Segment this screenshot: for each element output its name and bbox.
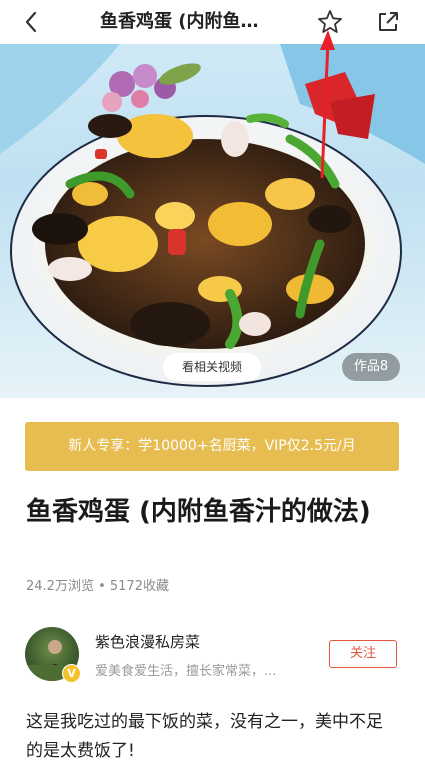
top-nav-bar: 鱼香鸡蛋 (内附鱼… bbox=[0, 0, 425, 44]
food-photo bbox=[0, 44, 425, 387]
annotation-arrow-icon bbox=[320, 30, 335, 179]
works-count-badge[interactable]: 作品8 bbox=[342, 353, 400, 381]
recipe-description: 这是我吃过的最下饭的菜，没有之一，美中不足的是太费饭了! bbox=[26, 712, 383, 761]
recipe-title: 鱼香鸡蛋 (内附鱼香汁的做法) bbox=[26, 497, 371, 527]
vip-promo-banner[interactable]: 新人专享：学10000+名厨菜，VIP仅2.5元/月 bbox=[25, 422, 399, 471]
share-external-icon bbox=[379, 12, 398, 31]
share-button[interactable] bbox=[374, 8, 402, 36]
recipe-hero-image[interactable]: 看相关视频 作品8 bbox=[0, 44, 425, 398]
nav-title: 鱼香鸡蛋 (内附鱼… bbox=[100, 11, 259, 32]
verified-badge: V bbox=[62, 664, 81, 683]
author-avatar[interactable]: V bbox=[25, 627, 81, 683]
follow-button[interactable]: 关注 bbox=[329, 640, 397, 668]
author-name[interactable]: 紫色浪漫私房菜 bbox=[95, 631, 200, 652]
recipe-stats: 24.2万浏览 • 5172收藏 bbox=[26, 579, 169, 594]
chevron-left-icon bbox=[25, 11, 37, 33]
watch-video-button[interactable]: 看相关视频 bbox=[163, 353, 261, 381]
author-bio: 爱美食爱生活，擅长家常菜，... bbox=[95, 664, 277, 679]
back-button[interactable] bbox=[18, 8, 46, 36]
